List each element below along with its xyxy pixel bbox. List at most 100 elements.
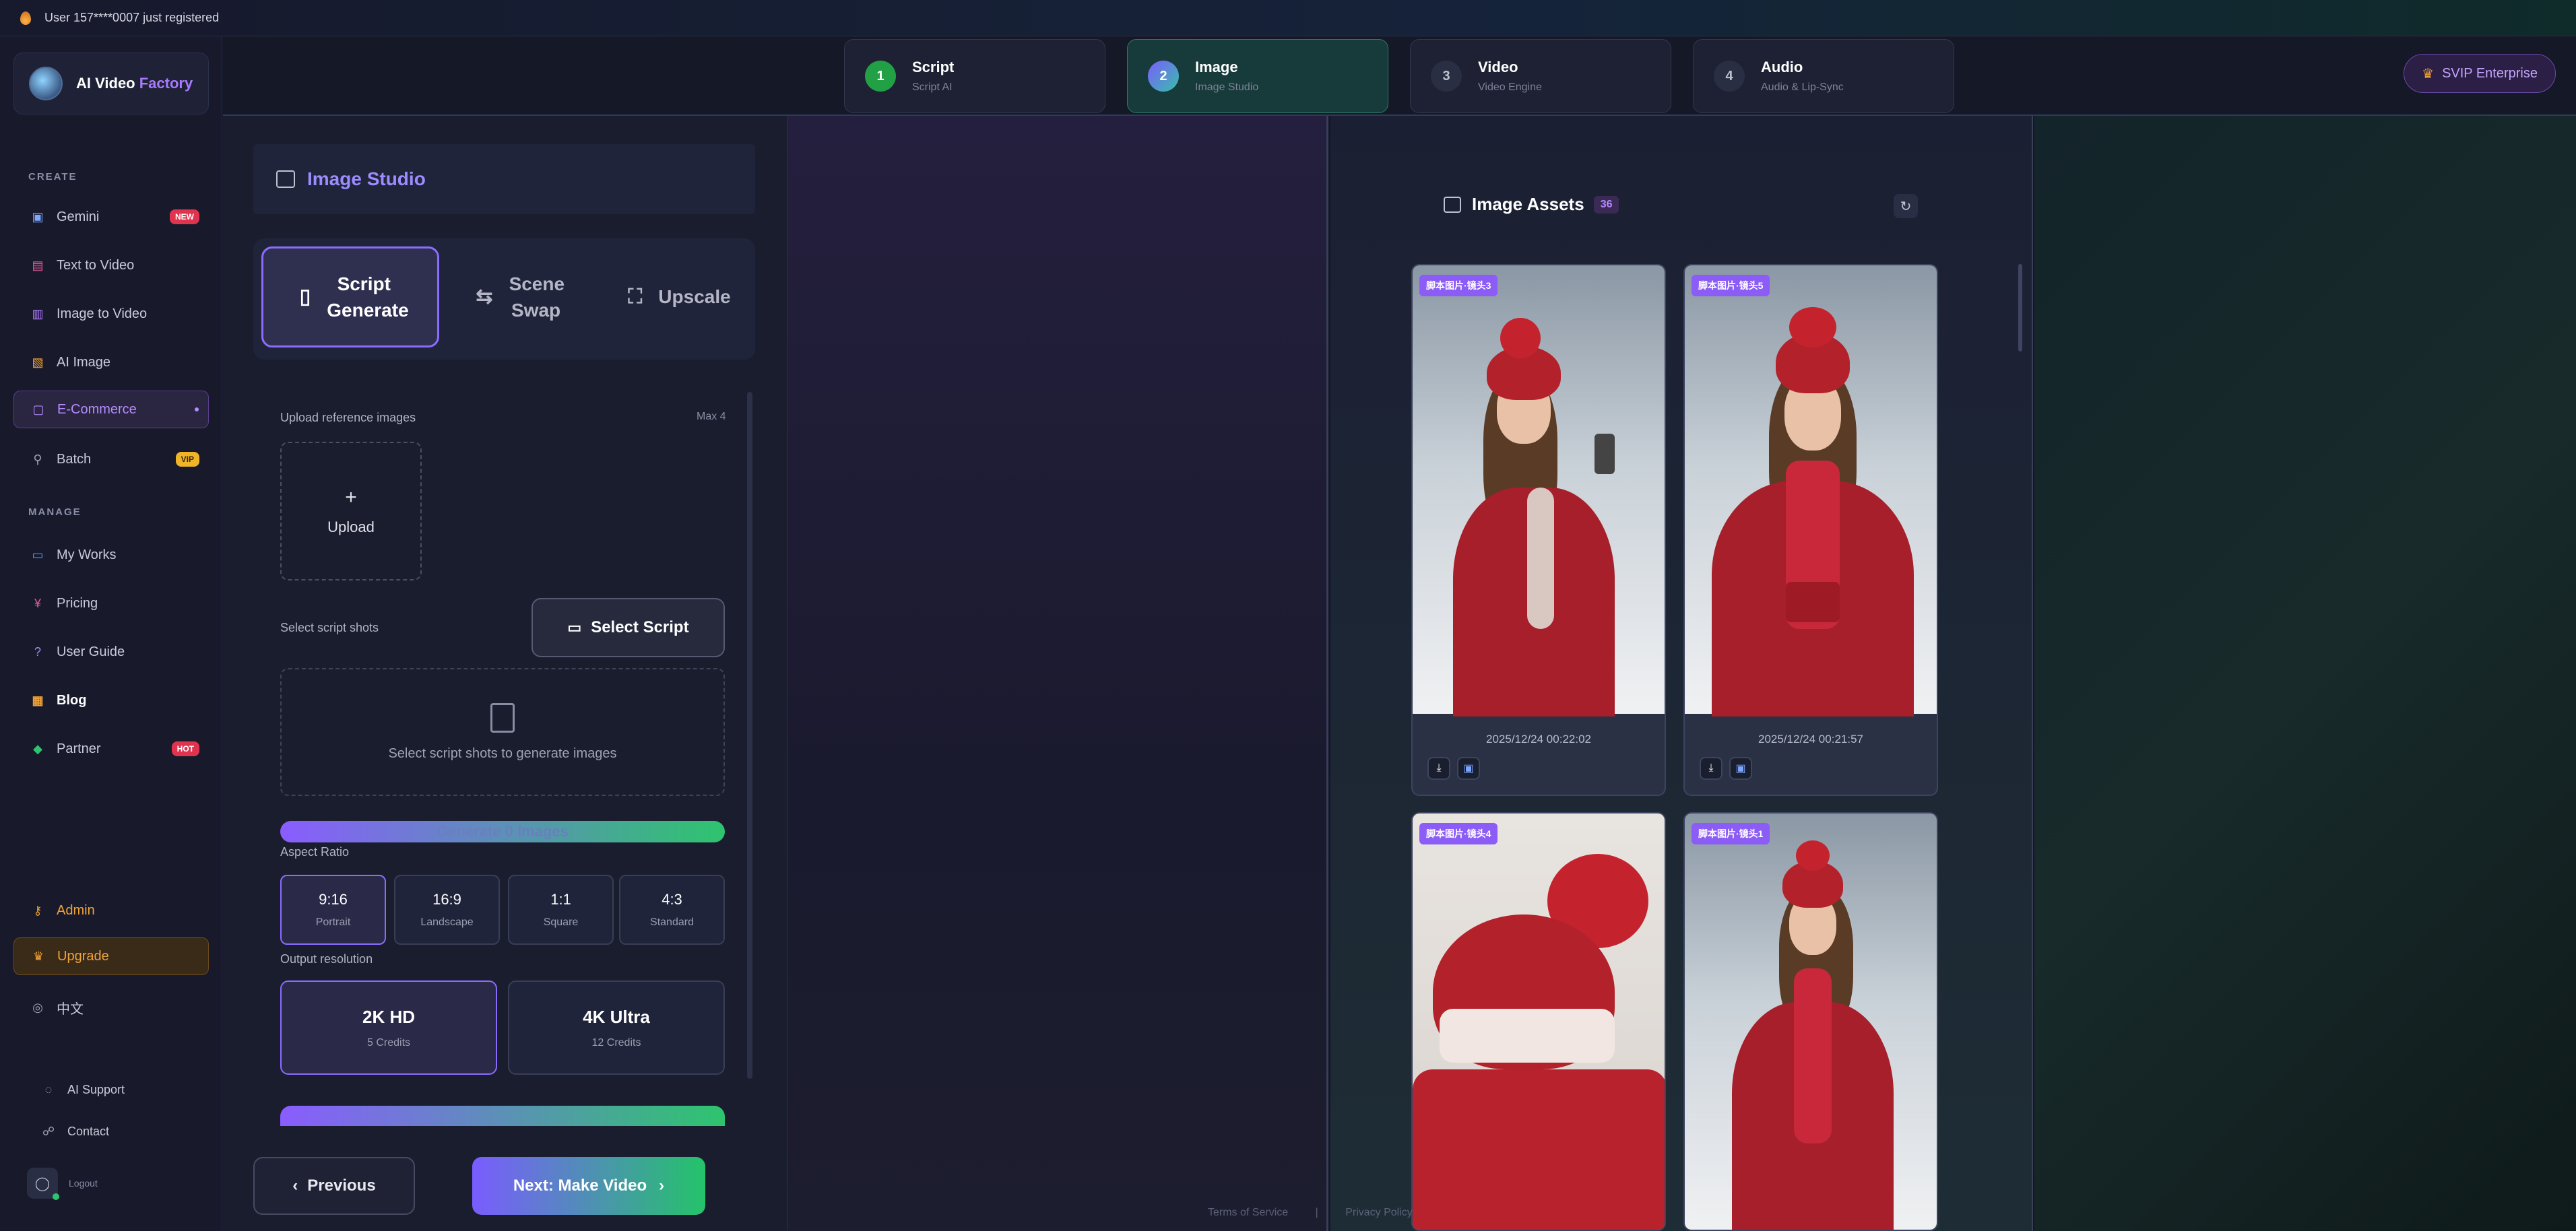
crown-icon: ♛ — [2422, 66, 2435, 81]
language-switch[interactable]: ◎ 中文 — [13, 989, 209, 1026]
yen-icon: ¥ — [34, 596, 41, 610]
sidebar-item-batch[interactable]: ⚲ Batch VIP — [13, 440, 209, 478]
asset-image[interactable]: 脚本图片·镜头3 — [1413, 265, 1665, 717]
step-navigation: ‹ Previous Next: Make Video › — [253, 1157, 755, 1218]
privacy-link[interactable]: Privacy Policy — [1345, 1207, 1413, 1218]
contact-link[interactable]: ☍ Contact — [24, 1112, 220, 1150]
notice-bar: User 157****0007 just registered — [0, 0, 2576, 36]
script-shots-area[interactable]: Select script shots to generate images — [280, 668, 725, 796]
sidebar-item-blog[interactable]: ▦ Blog — [13, 681, 209, 719]
wechat-icon: ☍ — [42, 1124, 55, 1138]
shot-tag: 脚本图片·镜头3 — [1419, 275, 1498, 296]
video-icon[interactable]: ▣ — [1729, 757, 1752, 780]
previous-button[interactable]: ‹ Previous — [253, 1157, 415, 1215]
crown-icon: ♛ — [32, 949, 44, 963]
resolution-2k[interactable]: 2K HD 5 Credits — [280, 980, 497, 1075]
ratio-9-16[interactable]: 9:16 Portrait — [280, 875, 386, 945]
image-icon — [1444, 196, 1461, 213]
manage-section-label: MANAGE — [28, 506, 82, 518]
step-script[interactable]: 1 Script Script AI — [844, 39, 1105, 113]
sidebar-item-ai-image[interactable]: ▧ AI Image — [13, 343, 209, 381]
robot-logo-icon — [29, 67, 63, 100]
preview-area — [787, 116, 1328, 1231]
sidebar: AI Video Factory CREATE ▣ Gemini NEW ▤ T… — [0, 36, 222, 1231]
bottom-action-button[interactable] — [280, 1106, 725, 1126]
asset-image[interactable]: 脚本图片·镜头5 — [1685, 265, 1937, 717]
swap-icon: ⇆ — [476, 286, 493, 308]
image-icon — [276, 170, 295, 188]
footer-separator: | — [1315, 1207, 1318, 1218]
expand-icon: ⛶ — [628, 286, 643, 308]
aspect-ratio-label: Aspect Ratio — [280, 845, 350, 859]
tab-script-generate[interactable]: ▯ Script Generate — [261, 246, 439, 347]
timestamp: 2025/12/24 00:21:57 — [1758, 733, 1863, 745]
terms-link[interactable]: Terms of Service — [1208, 1207, 1288, 1218]
upload-dropzone[interactable]: + Upload — [280, 442, 422, 580]
shots-label: Select script shots — [280, 621, 379, 634]
upgrade-button[interactable]: ♛ Upgrade — [13, 937, 209, 975]
sidebar-item-partner[interactable]: ◆ Partner HOT — [13, 730, 209, 768]
tab-upscale[interactable]: ⛶ Upscale — [604, 246, 755, 347]
folder-icon: ▭ — [567, 619, 582, 636]
sidebar-item-my-works[interactable]: ▭ My Works — [13, 536, 209, 574]
download-icon[interactable]: ⤓ — [1427, 757, 1450, 780]
hat-product-figure — [1413, 813, 1665, 1230]
sidebar-item-e-commerce[interactable]: ▢ E-Commerce — [13, 391, 209, 428]
sidebar-item-image-to-video[interactable]: ▥ Image to Video — [13, 295, 209, 333]
upload-label: Upload reference images — [280, 411, 416, 424]
text-video-icon: ▤ — [32, 258, 44, 272]
next-make-video-button[interactable]: Next: Make Video › — [472, 1157, 705, 1215]
timestamp: 2025/12/24 00:22:02 — [1486, 733, 1591, 745]
help-icon: ? — [34, 644, 41, 659]
select-script-button[interactable]: ▭ Select Script — [532, 598, 725, 657]
woman-figure — [1685, 265, 1937, 717]
download-icon[interactable]: ⤓ — [1700, 757, 1722, 780]
upload-max: Max 4 — [697, 411, 726, 422]
shot-tag: 脚本图片·镜头4 — [1419, 823, 1498, 844]
shot-tag: 脚本图片·镜头5 — [1692, 275, 1770, 296]
tab-scene-swap[interactable]: ⇆ Scene Swap — [462, 246, 577, 347]
step-audio[interactable]: 4 Audio Audio & Lip-Sync — [1693, 39, 1954, 113]
brand[interactable]: AI Video Factory — [13, 53, 209, 114]
refresh-icon: ↻ — [1900, 199, 1912, 214]
refresh-button[interactable]: ↻ — [1894, 194, 1918, 218]
logout-area[interactable]: ◯ Logout — [27, 1168, 98, 1200]
ratio-1-1[interactable]: 1:1 Square — [508, 875, 614, 945]
globe-icon: ◎ — [32, 1000, 43, 1014]
studio-header: Image Studio — [253, 144, 755, 214]
assets-scrollbar[interactable] — [2018, 264, 2022, 352]
gem-icon: ◆ — [33, 741, 42, 756]
sidebar-item-admin[interactable]: ⚷ Admin — [13, 892, 209, 929]
plus-icon: + — [345, 486, 357, 508]
page-footer: Terms of Service | Privacy Policy — [1196, 1207, 1425, 1219]
resolution-label: Output resolution — [280, 952, 373, 966]
sidebar-item-gemini[interactable]: ▣ Gemini NEW — [13, 198, 209, 236]
ratio-16-9[interactable]: 16:9 Landscape — [394, 875, 500, 945]
asset-card[interactable]: 脚本图片·镜头5 2025/12/24 00:21:57 ⤓ ▣ — [1683, 264, 1938, 796]
shot-tag: 脚本图片·镜头1 — [1692, 823, 1770, 844]
ratio-4-3[interactable]: 4:3 Standard — [619, 875, 725, 945]
vip-badge: VIP — [175, 452, 199, 467]
generate-images-button[interactable]: Generate 0 Images — [280, 821, 725, 842]
asset-card[interactable]: 脚本图片·镜头4 — [1411, 812, 1666, 1231]
woman-figure — [1685, 813, 1937, 1230]
brand-name: AI Video Factory — [76, 75, 193, 92]
resolution-4k[interactable]: 4K Ultra 12 Credits — [508, 980, 725, 1075]
video-icon[interactable]: ▣ — [1457, 757, 1480, 780]
shopping-bag-icon: ▢ — [32, 402, 44, 416]
step-video[interactable]: 3 Video Video Engine — [1410, 39, 1671, 113]
asset-image[interactable]: 脚本图片·镜头1 — [1685, 813, 1937, 1230]
ai-support-link[interactable]: ◌ AI Support — [24, 1071, 220, 1108]
sidebar-item-pricing[interactable]: ¥ Pricing — [13, 585, 209, 622]
woman-figure — [1413, 265, 1665, 717]
mode-tabs: ▯ Script Generate ⇆ Scene Swap ⛶ Upscale — [253, 238, 755, 360]
asset-card[interactable]: 脚本图片·镜头3 2025/12/24 00:22:02 ⤓ ▣ — [1411, 264, 1666, 796]
flame-icon — [20, 11, 31, 25]
asset-image[interactable]: 脚本图片·镜头4 — [1413, 813, 1665, 1230]
new-badge: NEW — [170, 209, 199, 224]
svip-enterprise-button[interactable]: ♛ SVIP Enterprise — [2404, 54, 2556, 93]
step-image[interactable]: 2 Image Image Studio — [1127, 39, 1388, 113]
sidebar-item-user-guide[interactable]: ? User Guide — [13, 633, 209, 671]
sidebar-item-text-to-video[interactable]: ▤ Text to Video — [13, 246, 209, 284]
asset-card[interactable]: 脚本图片·镜头1 — [1683, 812, 1938, 1231]
